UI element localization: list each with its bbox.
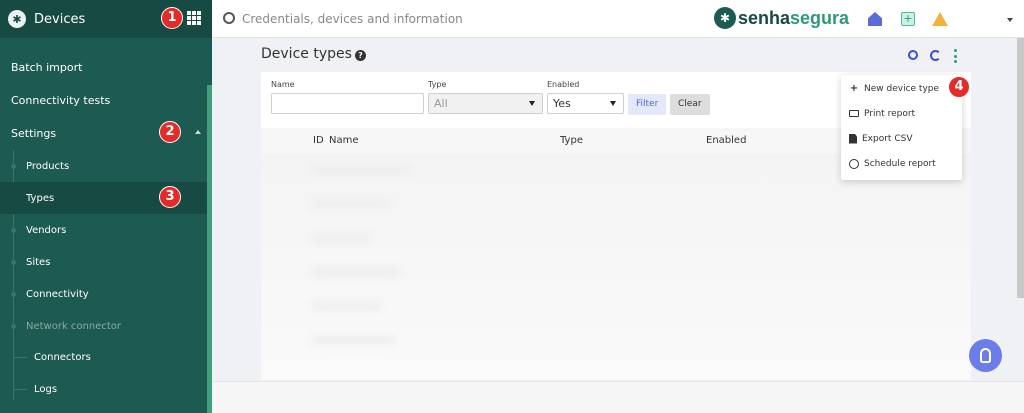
sidebar-item-label: Connectors — [34, 351, 91, 363]
sidebar-item-label: Network connector — [26, 320, 122, 332]
name-filter-input[interactable] — [271, 93, 424, 114]
new-device-type-menu-item[interactable]: + New device type — [841, 76, 962, 101]
enabled-filter-label: Enabled — [547, 80, 580, 89]
sidebar-item-connectivity-tests[interactable]: Connectivity tests — [0, 84, 212, 116]
blurred-row — [311, 200, 391, 208]
plus-icon: + — [849, 83, 859, 94]
sidebar-scroll-accent — [207, 85, 212, 413]
refresh-icon[interactable] — [930, 50, 941, 61]
enabled-filter-value: Yes — [553, 97, 571, 110]
export-csv-menu-item[interactable]: Export CSV — [841, 126, 962, 151]
blurred-row — [311, 166, 411, 174]
blurred-row — [311, 234, 371, 242]
column-header-type[interactable]: Type — [560, 135, 583, 146]
apps-grid-icon[interactable] — [187, 11, 201, 25]
sidebar-item-label: Logs — [34, 383, 58, 395]
page-title: Device types — [261, 46, 352, 62]
sidebar-item-connectors[interactable]: Connectors — [0, 341, 212, 373]
actions-dropdown-menu: + New device type Print report Export CS… — [841, 75, 962, 180]
sidebar: ✱ Devices Batch import Connectivity test… — [0, 0, 212, 413]
sidebar-item-label: Vendors — [26, 224, 67, 236]
column-header-enabled[interactable]: Enabled — [706, 135, 746, 146]
lightbulb-help-button[interactable] — [969, 339, 1002, 372]
type-filter-value: All — [434, 97, 448, 110]
module-title: Devices — [34, 11, 86, 27]
sidebar-item-sites[interactable]: Sites — [0, 246, 212, 278]
clock-icon — [849, 158, 859, 169]
sidebar-item-logs[interactable]: Logs — [0, 373, 212, 405]
chevron-down-icon — [529, 101, 535, 106]
sidebar-item-label: Batch import — [11, 60, 83, 74]
step-marker-2: 2 — [159, 121, 181, 143]
step-marker-3: 3 — [159, 186, 181, 208]
search-icon — [223, 12, 235, 24]
sidebar-item-products[interactable]: Products — [0, 150, 212, 182]
sidebar-item-label: Settings — [11, 126, 57, 140]
sidebar-item-batch-import[interactable]: Batch import — [0, 51, 212, 83]
table-body-blurred — [261, 154, 971, 380]
sidebar-item-label: Products — [26, 160, 70, 172]
column-header-name[interactable]: Name — [329, 135, 359, 146]
menu-item-label: Export CSV — [862, 133, 913, 144]
sidebar-item-label: Connectivity — [26, 288, 89, 300]
type-filter-label: Type — [428, 80, 447, 89]
print-report-menu-item[interactable]: Print report — [841, 101, 962, 126]
warning-icon[interactable] — [932, 12, 948, 26]
column-header-id[interactable]: ID — [313, 135, 324, 146]
sidebar-item-vendors[interactable]: Vendors — [0, 214, 212, 246]
sidebar-item-network-connector[interactable]: Network connector — [0, 310, 212, 342]
chevron-up-icon[interactable] — [195, 130, 201, 134]
type-filter-select[interactable]: All — [428, 93, 543, 114]
page-scrollbar[interactable] — [1017, 38, 1024, 298]
clear-button[interactable]: Clear — [670, 94, 710, 115]
chevron-down-icon[interactable] — [1007, 18, 1013, 22]
lightbulb-icon — [980, 348, 991, 363]
search-input[interactable] — [242, 9, 642, 29]
name-filter-label: Name — [271, 80, 295, 89]
logo-text-part1: senha — [738, 7, 791, 28]
sidebar-item-label: Sites — [26, 256, 51, 268]
logo: ✱ senhasegura — [714, 7, 849, 29]
step-marker-1: 1 — [161, 7, 183, 29]
chevron-down-icon — [610, 101, 616, 106]
menu-item-label: Schedule report — [864, 158, 936, 169]
logo-text-part2: segura — [790, 7, 850, 28]
blurred-row — [311, 268, 401, 276]
print-icon — [849, 110, 859, 117]
footer — [212, 381, 1024, 413]
enabled-filter-select[interactable]: Yes — [547, 93, 624, 114]
blurred-row — [311, 336, 396, 344]
blurred-row — [311, 302, 381, 310]
filter-button[interactable]: Filter — [628, 94, 667, 115]
logo-text: senhasegura — [738, 8, 849, 29]
menu-item-label: Print report — [864, 108, 916, 119]
schedule-report-menu-item[interactable]: Schedule report — [841, 151, 962, 176]
shield-icon: ✱ — [8, 10, 26, 28]
sidebar-item-label: Types — [26, 192, 55, 204]
more-options-icon[interactable] — [954, 49, 958, 63]
menu-item-label: New device type — [864, 83, 940, 94]
status-circle-icon[interactable] — [908, 50, 918, 60]
step-marker-4: 4 — [948, 76, 970, 98]
logo-icon: ✱ — [714, 7, 736, 29]
sidebar-item-connectivity[interactable]: Connectivity — [0, 278, 212, 310]
new-request-icon[interactable]: + — [901, 12, 915, 26]
help-icon[interactable]: ? — [355, 50, 366, 61]
topbar: ✱ senhasegura + — [212, 0, 1024, 38]
sidebar-item-label: Connectivity tests — [11, 93, 111, 107]
file-icon — [849, 133, 857, 144]
home-icon[interactable] — [868, 12, 882, 26]
